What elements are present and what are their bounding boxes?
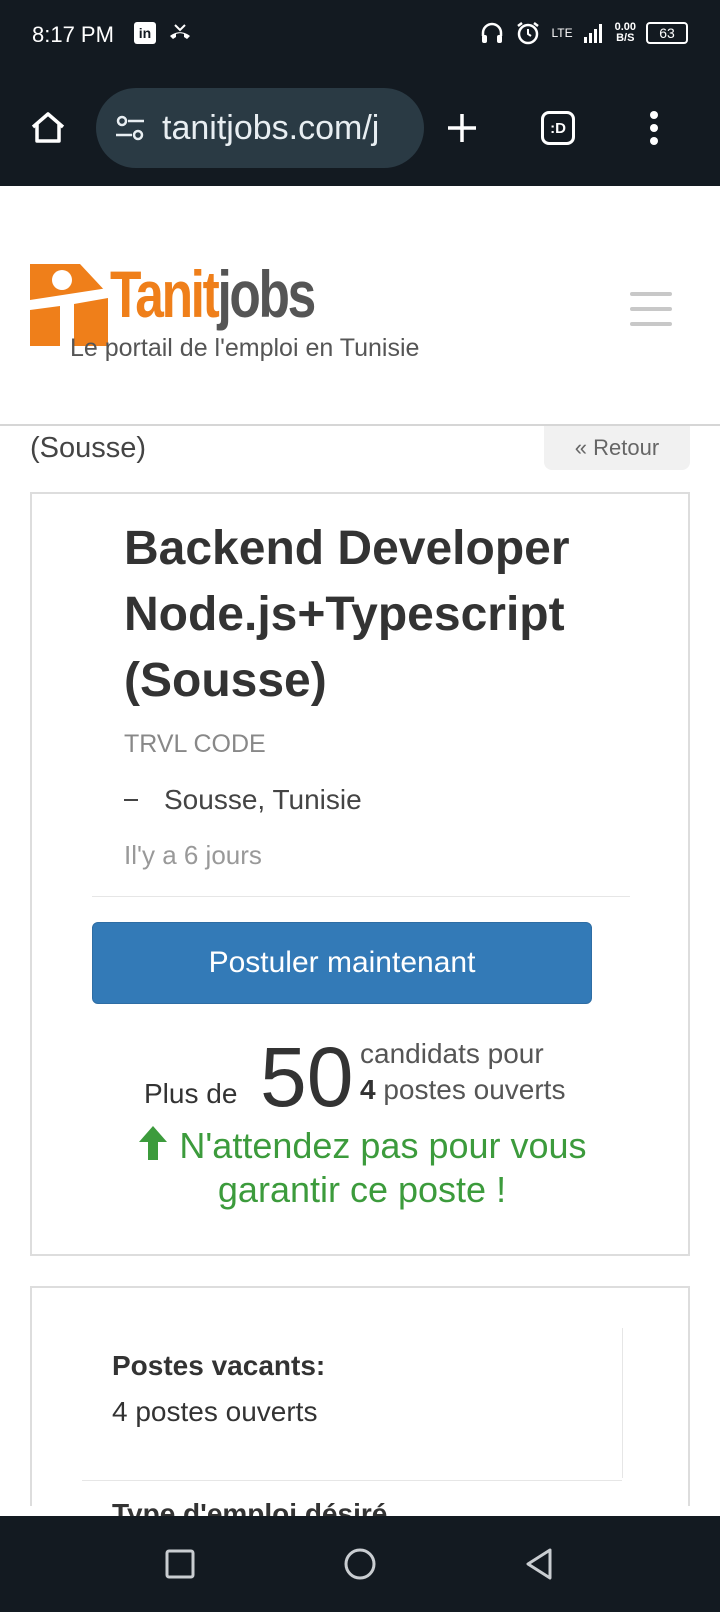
home-icon[interactable] [26,106,70,150]
candidate-count: 50 [260,1030,354,1124]
more-menu-icon[interactable] [632,106,676,150]
logo-wordmark: Tanitjobs [110,256,316,332]
openings-count: 4 [360,1074,376,1105]
network-label: LTE [551,26,573,40]
company-name[interactable]: TRVL CODE [124,730,266,759]
hamburger-line [630,292,672,296]
status-time: 8:17 PM [32,22,114,47]
site-header: Tanitjobs [0,186,720,426]
url-bar[interactable]: tanitjobs.com/j [96,88,424,168]
hamburger-line [630,322,672,326]
battery-icon: 63 [646,22,688,44]
logo-jobs: jobs [217,257,316,331]
location-text: Sousse, Tunisie [164,784,362,815]
arrow-up-icon [139,1126,168,1160]
divider [622,1328,623,1478]
back-button[interactable]: « Retour [544,426,690,470]
browser-toolbar: tanitjobs.com/j :D [0,72,720,186]
site-tagline: Le portail de l'emploi en Tunisie [70,334,420,362]
job-details-card: Postes vacants: 4 postes ouverts Type d'… [30,1286,690,1529]
alarm-icon [517,22,540,45]
system-icons: LTE 0.00 B/S 63 [479,20,688,46]
recents-icon[interactable] [160,1544,200,1584]
new-tab-icon[interactable] [440,106,484,150]
applicant-stats: Plus de 50 candidats pour 4 postes ouver… [144,1032,624,1122]
missed-call-icon [170,24,190,39]
job-summary-card: Backend Developer Node.js+Typescript (So… [30,492,690,1256]
hamburger-line [630,307,672,311]
back-nav-icon[interactable] [520,1544,560,1584]
net-speed: 0.00 B/S [615,22,636,44]
tab-count: :D [541,111,575,145]
linkedin-icon: in [134,22,156,44]
hamburger-menu-icon[interactable] [630,292,672,326]
job-title: Backend Developer Node.js+Typescript (So… [124,522,570,707]
openings-label: postes ouverts [383,1074,566,1105]
urgency-text: N'attendez pas pour vous garantir ce pos… [179,1125,587,1210]
system-nav-bar [0,1516,720,1612]
tab-switcher-button[interactable]: :D [536,106,580,150]
status-bar: 8:17 PM in LTE 0.00 B/S 63 [0,0,720,72]
logo-tanit: Tanit [110,257,220,331]
divider [82,1480,622,1481]
url-text: tanitjobs.com/j [162,108,380,147]
stats-prefix: Plus de [144,1078,238,1109]
net-speed-unit: B/S [616,32,635,44]
headset-icon [482,22,503,43]
apply-button[interactable]: Postuler maintenant [92,922,592,1004]
location-icon [124,799,138,801]
vacancies-label: Postes vacants: [112,1350,326,1381]
urgency-message: N'attendez pas pour vous garantir ce pos… [72,1124,652,1212]
posted-date: Il'y a 6 jours [124,840,262,870]
site-settings-icon[interactable] [114,112,146,144]
job-location: Sousse, Tunisie [124,784,362,816]
breadcrumb-city: (Sousse) [30,432,147,464]
signal-icon [583,24,602,43]
openings-text: 4 postes ouverts [360,1074,565,1106]
vacancies-value: 4 postes ouverts [112,1396,318,1427]
notification-icons: in [134,22,192,44]
candidates-label: candidats pour [360,1038,544,1069]
home-nav-icon[interactable] [340,1544,380,1584]
divider [92,896,630,897]
